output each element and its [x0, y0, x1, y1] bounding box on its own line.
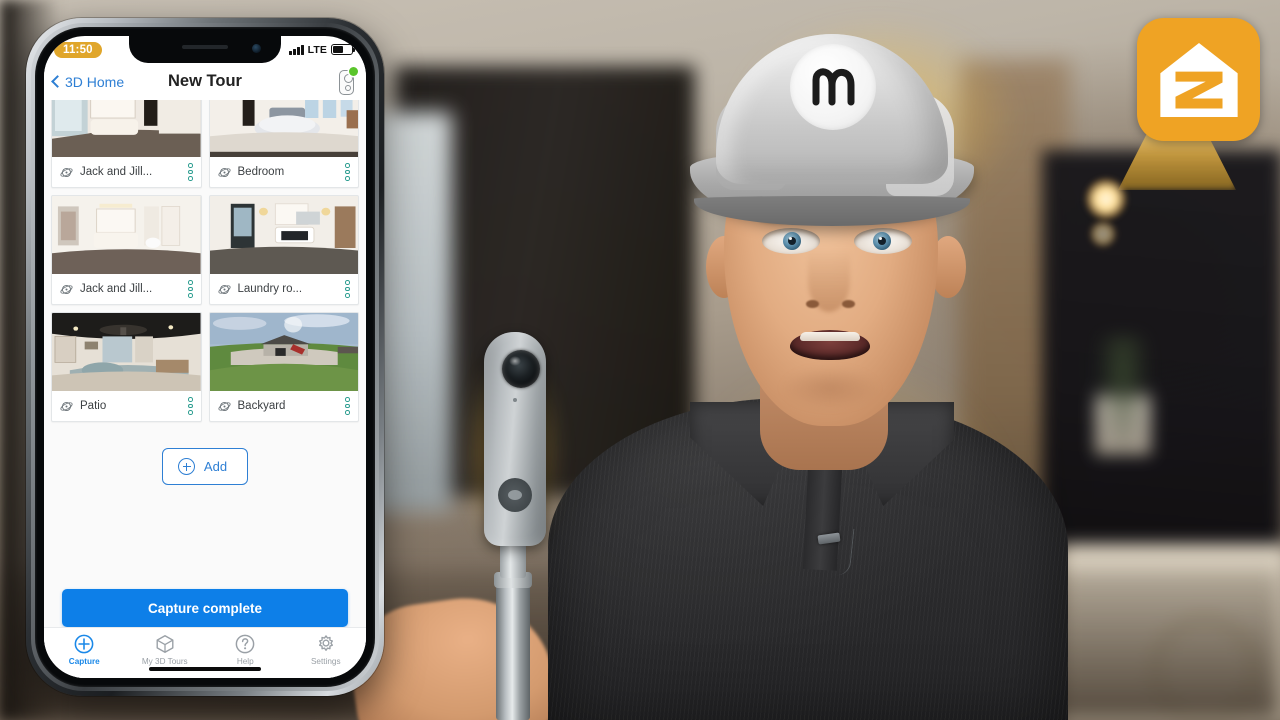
zillow-house-z-icon: [1159, 42, 1238, 117]
table-row[interactable]: Jack and Jill...: [51, 100, 202, 188]
more-options-icon[interactable]: [186, 396, 195, 416]
device-connected-dot: [349, 67, 358, 76]
tab-label: Help: [236, 657, 254, 666]
panorama-thumbnail[interactable]: [209, 313, 358, 391]
more-options-icon[interactable]: [186, 279, 195, 299]
tour-card-grid: Jack and Jill... Bedroom Jack and Jill..…: [44, 100, 366, 422]
cap-badge: [790, 44, 876, 130]
phone-screen: 11:50 LTE 3D Home New Tour Jack and Jill…: [44, 36, 366, 678]
tab-label: My 3D Tours: [141, 657, 188, 666]
table-row[interactable]: Backyard: [208, 312, 359, 422]
status-time: 11:50: [54, 41, 102, 58]
panorama-360-icon: [60, 167, 73, 177]
monopod-shaft: [496, 586, 530, 720]
add-button-row: Add: [44, 422, 366, 485]
card-label: Jack and Jill...: [80, 283, 153, 295]
nav-bar: 3D Home New Tour: [44, 63, 366, 100]
more-options-icon[interactable]: [186, 162, 195, 182]
panorama-thumbnail[interactable]: [52, 196, 201, 274]
add-button[interactable]: Add: [161, 448, 249, 485]
more-options-icon[interactable]: [343, 396, 352, 416]
cellular-signal-icon: [289, 44, 304, 55]
card-label: Laundry ro...: [237, 283, 303, 295]
card-label: Bedroom: [237, 166, 285, 178]
panorama-thumbnail[interactable]: [52, 100, 201, 157]
monopod-adapter: [500, 544, 526, 578]
light-bulb-icon: [1085, 178, 1127, 220]
tab-my-3d-tours[interactable]: My 3D Tours: [125, 633, 206, 666]
light-bulb-icon: [1089, 220, 1117, 248]
home-indicator: [149, 666, 261, 671]
plus-circle-icon: [177, 458, 195, 475]
camera-lens-icon: [502, 350, 540, 388]
camera-device-icon[interactable]: [337, 67, 358, 95]
panorama-360-icon: [217, 284, 231, 294]
panorama-thumbnail[interactable]: [209, 196, 358, 274]
table-row[interactable]: Jack and Jill...: [51, 195, 202, 305]
camera-brand-mark: [498, 478, 532, 512]
zillow-logo: [1137, 18, 1260, 141]
more-options-icon[interactable]: [343, 279, 352, 299]
tab-help[interactable]: Help: [205, 633, 286, 666]
table-row[interactable]: Laundry ro...: [208, 195, 359, 305]
tab-label: Capture: [68, 657, 100, 666]
n-monogram-icon: [812, 68, 855, 106]
card-label: Jack and Jill...: [80, 166, 153, 178]
mouth: [790, 330, 870, 360]
background-plant: [1095, 335, 1151, 455]
table-row[interactable]: Patio: [51, 312, 202, 422]
tab-label: Settings: [310, 657, 341, 666]
status-bar: 11:50 LTE: [44, 36, 366, 63]
chevron-left-icon: [51, 75, 64, 88]
panorama-thumbnail[interactable]: [209, 100, 358, 157]
panorama-360-icon: [217, 167, 231, 177]
panorama-360-icon: [217, 401, 231, 411]
video-frame: 11:50 LTE 3D Home New Tour Jack and Jill…: [0, 0, 1280, 720]
panorama-360-icon: [60, 284, 73, 294]
tab-capture[interactable]: Capture: [44, 633, 125, 666]
card-label: Patio: [80, 400, 107, 412]
battery-icon: [331, 44, 356, 55]
chin-shadow: [780, 366, 880, 410]
nostril-right: [842, 300, 855, 308]
question-mark-icon: [235, 634, 255, 654]
add-button-label: Add: [203, 459, 228, 474]
table-row[interactable]: Bedroom: [208, 100, 359, 188]
camera-indicator-dot: [513, 398, 517, 402]
back-button[interactable]: 3D Home: [51, 73, 125, 90]
tab-settings[interactable]: Settings: [286, 633, 367, 666]
cta-row: Capture complete: [44, 589, 366, 627]
more-options-icon[interactable]: [343, 162, 352, 182]
panorama-thumbnail[interactable]: [52, 313, 201, 391]
capture-complete-button[interactable]: Capture complete: [62, 589, 348, 627]
eye-right: [854, 228, 912, 254]
background-cabinet: [1042, 150, 1280, 550]
phone-device: 11:50 LTE 3D Home New Tour Jack and Jill…: [26, 18, 384, 696]
cube-3d-icon: [156, 635, 174, 653]
carrier-label: LTE: [307, 43, 327, 56]
nostril-left: [806, 300, 819, 308]
card-label: Backyard: [237, 400, 286, 412]
tour-scroll-area[interactable]: Jack and Jill... Bedroom Jack and Jill..…: [44, 100, 366, 678]
gear-icon: [318, 635, 333, 651]
back-button-label: 3D Home: [65, 73, 125, 90]
plus-circle-icon: [74, 634, 94, 654]
panorama-360-icon: [60, 401, 73, 411]
